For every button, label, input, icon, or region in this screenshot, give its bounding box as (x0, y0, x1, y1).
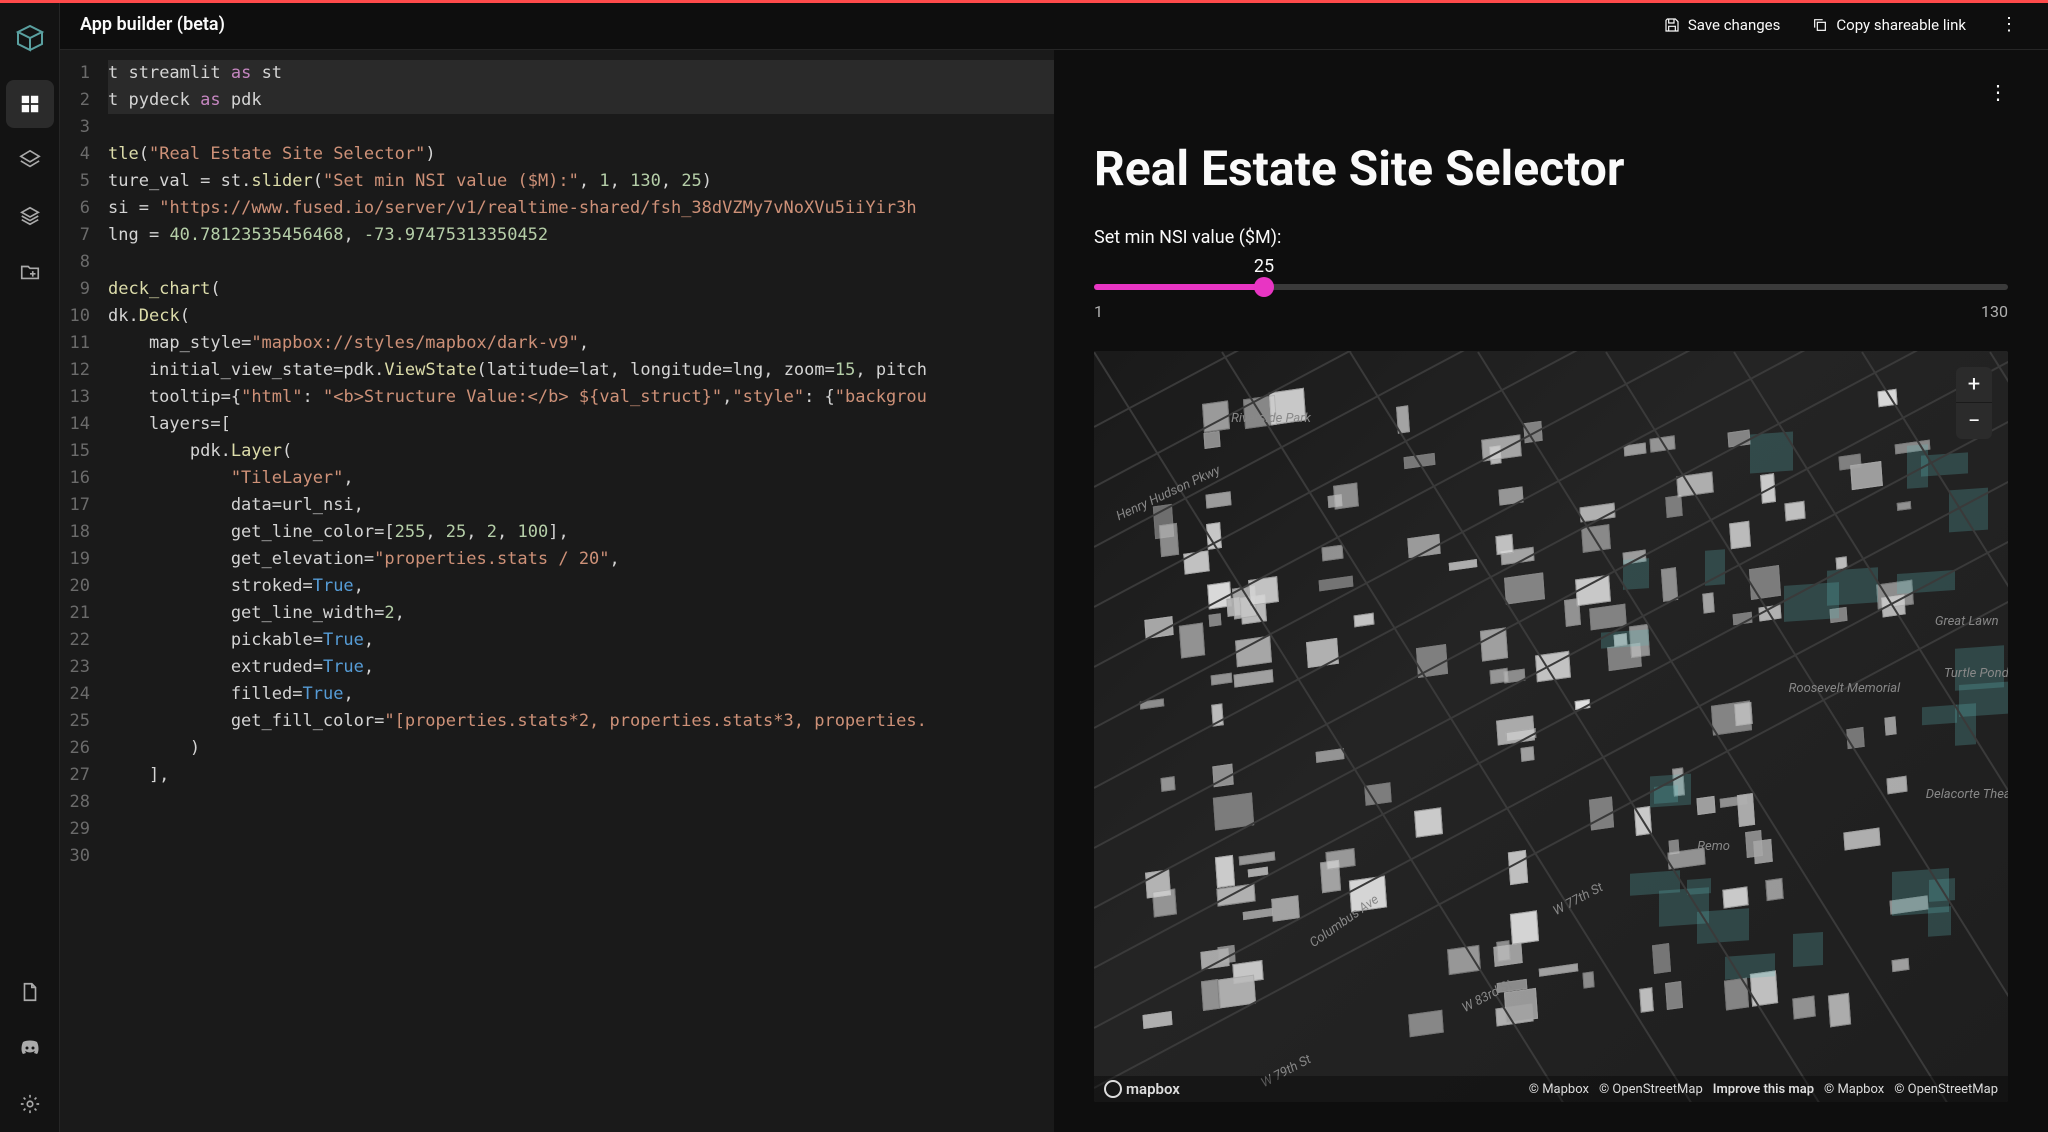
preview-menu-button[interactable]: ⋮ (1988, 80, 2008, 104)
panel-icon (19, 93, 41, 115)
slider-fill (1094, 284, 1264, 290)
slider-value: 25 (1254, 256, 1274, 277)
sidebar-nav (0, 0, 60, 1132)
copy-icon (1812, 17, 1828, 33)
map-label: Roosevelt Memorial (1789, 681, 1901, 696)
layers-icon (19, 149, 41, 171)
code-content[interactable]: t streamlit as stt pydeck as pdktle("Rea… (100, 50, 1054, 1132)
code-editor[interactable]: 1234567891011121314151617181920212223242… (60, 50, 1054, 1132)
attrib-osm-2[interactable]: © OpenStreetMap (1894, 1082, 1998, 1097)
app-root: App builder (beta) Save changes Copy sha… (0, 0, 2048, 1132)
app-title: Real Estate Site Selector (1094, 140, 2008, 197)
save-button[interactable]: Save changes (1656, 10, 1788, 40)
slider-max: 130 (1981, 302, 2008, 321)
slider-thumb[interactable] (1254, 277, 1274, 297)
logo[interactable] (8, 16, 52, 60)
header-title: App builder (beta) (80, 14, 225, 35)
nav-files[interactable] (6, 248, 54, 296)
split-panes: 1234567891011121314151617181920212223242… (60, 50, 2048, 1132)
map-canvas[interactable]: Riverside ParkHenry Hudson PkwyGreat Law… (1094, 351, 2008, 1102)
zoom-in-button[interactable]: + (1956, 367, 1992, 403)
nav-docs[interactable] (6, 968, 54, 1016)
attrib-improve[interactable]: Improve this map (1713, 1082, 1814, 1097)
map-label: Remo (1697, 839, 1730, 854)
nav-settings[interactable] (6, 1080, 54, 1128)
nav-discord[interactable] (6, 1024, 54, 1072)
mapbox-logo-icon (1104, 1080, 1122, 1098)
map[interactable]: Riverside ParkHenry Hudson PkwyGreat Law… (1094, 351, 2008, 1102)
map-label: Columbus Ave (1307, 892, 1382, 951)
map-zoom-controls: + − (1956, 367, 1992, 439)
map-label: Turtle Pond (1944, 666, 2008, 681)
main: App builder (beta) Save changes Copy sha… (60, 0, 2048, 1132)
save-icon (1664, 17, 1680, 33)
gear-icon (19, 1093, 41, 1115)
accent-bar (0, 0, 2048, 3)
slider-min: 1 (1094, 302, 1103, 321)
map-label: Riverside Park (1231, 411, 1311, 426)
mapbox-brand: mapbox (1126, 1080, 1180, 1098)
header-menu-button[interactable]: ⋮ (1990, 8, 2028, 41)
folder-plus-icon (19, 261, 41, 283)
nav-layers[interactable] (6, 136, 54, 184)
discord-icon (18, 1036, 42, 1060)
map-label: Great Lawn (1935, 614, 1999, 629)
copy-label: Copy shareable link (1836, 16, 1966, 34)
slider-track[interactable] (1094, 284, 2008, 290)
line-gutter: 1234567891011121314151617181920212223242… (60, 50, 100, 1132)
mapbox-logo[interactable]: mapbox (1104, 1080, 1180, 1098)
save-label: Save changes (1688, 16, 1780, 34)
slider-label: Set min NSI value ($M): (1094, 227, 2008, 248)
attrib-mapbox-2[interactable]: © Mapbox (1824, 1082, 1884, 1097)
map-attribution: mapbox © Mapbox © OpenStreetMap Improve … (1094, 1076, 2008, 1102)
document-icon (19, 981, 41, 1003)
stack-icon (19, 205, 41, 227)
attrib-mapbox[interactable]: © Mapbox (1529, 1082, 1589, 1097)
nav-app-builder[interactable] (6, 80, 54, 128)
attrib-osm[interactable]: © OpenStreetMap (1599, 1082, 1703, 1097)
zoom-out-button[interactable]: − (1956, 403, 1992, 439)
map-label: Delacorte Theater (1926, 787, 2008, 802)
header: App builder (beta) Save changes Copy sha… (60, 0, 2048, 50)
slider[interactable]: 25 (1094, 256, 2008, 286)
copy-link-button[interactable]: Copy shareable link (1804, 10, 1974, 40)
preview-pane: ⋮ Real Estate Site Selector Set min NSI … (1054, 50, 2048, 1132)
nav-layers-2[interactable] (6, 192, 54, 240)
slider-range: 1 130 (1094, 302, 2008, 321)
header-actions: Save changes Copy shareable link ⋮ (1656, 8, 2028, 41)
map-label: W 77th St (1551, 880, 1606, 919)
